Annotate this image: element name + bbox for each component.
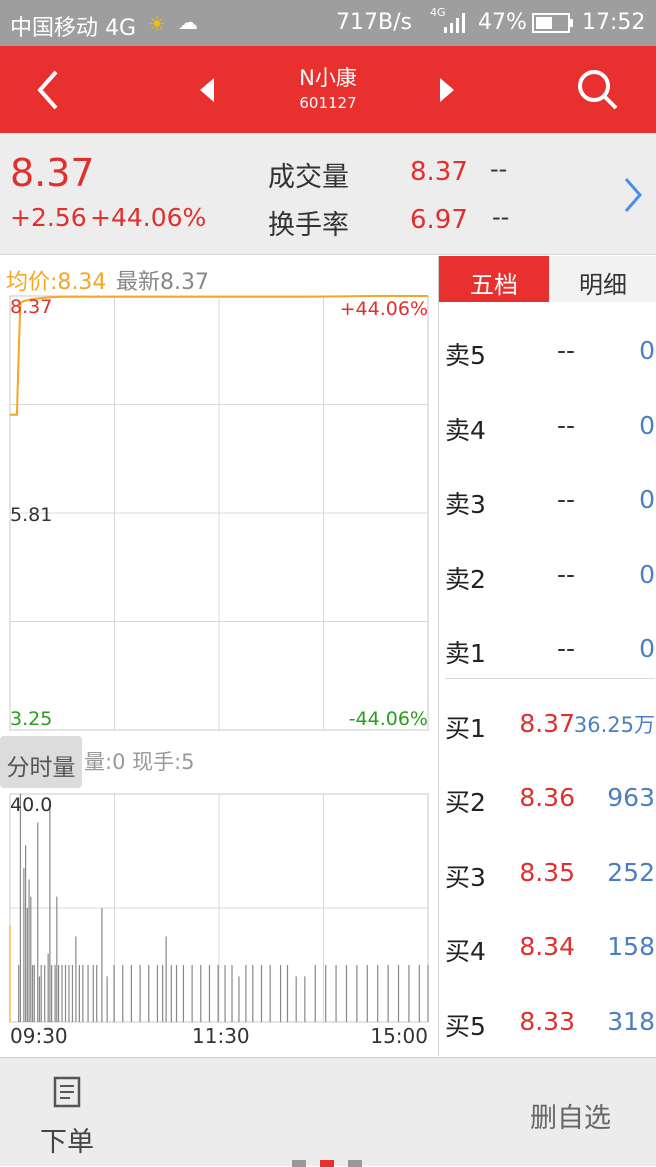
- stock-title: N小康: [299, 66, 357, 90]
- time-tick-mid: 11:30: [192, 1024, 250, 1048]
- carrier-text: 中国移动 4G: [10, 16, 137, 41]
- order-book-row: 买1 8.37 36.25万: [439, 691, 656, 761]
- order-level-label: 买2: [445, 788, 486, 817]
- volume-value: 8.37: [410, 157, 468, 187]
- order-level-label: 买3: [445, 862, 486, 892]
- order-book-row: 卖2 -- 0: [439, 542, 656, 612]
- price-grid: [9, 295, 429, 731]
- order-level-label: 买5: [445, 1011, 486, 1041]
- stock-code: 601127: [299, 94, 357, 112]
- order-level-volume: 0: [639, 410, 655, 440]
- intraday-chart: [9, 295, 429, 1023]
- quote-summary: 8.37 +2.56 +44.06% 成交量 8.37 -- 换手率 6.97 …: [0, 133, 656, 255]
- order-level-volume: 158: [607, 932, 655, 961]
- order-level-label: 卖2: [445, 564, 486, 594]
- order-level-volume: 0: [639, 485, 655, 514]
- order-book-row: 卖5 -- 0: [439, 318, 656, 388]
- y-axis-top: 8.37: [10, 296, 53, 318]
- turnover-label: 换手率: [268, 210, 349, 241]
- order-level-price: --: [556, 485, 575, 514]
- tab-five-levels[interactable]: 五档: [439, 256, 549, 302]
- price-change-pct: +44.06%: [90, 203, 207, 232]
- order-book-row: 卖3 -- 0: [439, 467, 656, 537]
- order-level-label: 买4: [445, 937, 486, 966]
- order-level-label: 卖3: [445, 490, 486, 519]
- price-change: +2.56: [10, 203, 87, 232]
- triangle-right-icon[interactable]: [434, 76, 464, 106]
- chevron-left-icon[interactable]: [28, 66, 88, 114]
- order-level-volume: 36.25万: [573, 712, 655, 737]
- order-book-row: 卖1 -- 0: [439, 616, 656, 686]
- order-level-volume: 963: [607, 783, 655, 812]
- order-level-label: 买1: [445, 713, 486, 743]
- app-notification-icon: ☀: [148, 12, 166, 36]
- order-level-price: --: [556, 410, 575, 440]
- last-price: 8.37: [10, 151, 95, 195]
- pct-axis-bottom: -44.06%: [348, 708, 428, 730]
- order-book-row: 买2 8.36 963: [439, 765, 656, 835]
- document-icon[interactable]: [52, 1076, 86, 1110]
- chevron-right-icon[interactable]: [620, 175, 650, 215]
- battery-percent: 47%: [478, 10, 527, 35]
- order-level-volume: 0: [639, 559, 655, 589]
- intraday-chart-panel: 均价:8.34 最新8.37 8.37 5.81 3.25 +44.06% -4…: [0, 256, 438, 1056]
- order-level-price: 8.36: [519, 783, 575, 812]
- volume-info: 量:0 现手:5: [84, 750, 195, 774]
- order-level-price: --: [556, 336, 575, 365]
- signal-icon: [444, 13, 466, 39]
- app-header: N小康 601127: [0, 46, 656, 133]
- time-tick-start: 09:30: [10, 1024, 68, 1048]
- volume-label: 成交量: [268, 162, 349, 193]
- order-level-volume: 0: [639, 634, 655, 663]
- turnover-value: 6.97: [410, 205, 468, 235]
- weather-icon: ☁: [178, 10, 198, 34]
- order-level-price: 8.35: [519, 857, 575, 887]
- order-button[interactable]: 下单: [40, 1120, 94, 1159]
- order-level-price: --: [556, 559, 575, 589]
- order-level-label: 卖5: [445, 341, 486, 370]
- volume-axis-max: 40.0: [10, 794, 53, 816]
- order-level-price: 8.33: [519, 1006, 575, 1036]
- order-book-row: 买3 8.35 252: [439, 840, 656, 910]
- tab-volume[interactable]: 分时量: [0, 736, 82, 788]
- remove-watchlist-button[interactable]: 删自选: [530, 1096, 611, 1135]
- y-axis-mid: 5.81: [10, 504, 53, 526]
- clock: 17:52: [582, 10, 646, 35]
- turnover-extra: --: [492, 203, 510, 231]
- order-book-row: 买5 8.33 318: [439, 989, 656, 1059]
- time-tick-end: 15:00: [370, 1024, 428, 1048]
- pct-axis-top: +44.06%: [339, 298, 428, 320]
- y-axis-bottom: 3.25: [10, 708, 53, 730]
- status-bar: 中国移动 4G ☀ ☁ 717B/s 4G 47% 17:52: [0, 0, 656, 46]
- order-level-volume: 252: [607, 857, 655, 887]
- triangle-left-icon[interactable]: [196, 76, 226, 106]
- order-level-label: 卖4: [445, 415, 486, 445]
- order-level-price: 8.37: [519, 708, 575, 738]
- order-level-volume: 0: [639, 336, 655, 365]
- order-book: 五档 明细 卖5 -- 0 卖4 -- 0 卖3 -- 0 卖2 -- 0 卖1 -- 0 买1 8.37 36.…: [438, 256, 656, 1056]
- bottom-toolbar: 下单 删自选: [0, 1057, 656, 1167]
- order-level-price: --: [556, 634, 575, 663]
- tab-details[interactable]: 明细: [549, 256, 656, 302]
- order-level-price: 8.34: [519, 932, 575, 961]
- order-level-volume: 318: [607, 1006, 655, 1036]
- volume-extra: --: [490, 155, 508, 183]
- battery-icon: [532, 13, 574, 39]
- book-divider: [445, 678, 655, 679]
- search-icon[interactable]: [574, 66, 622, 114]
- order-book-row: 卖4 -- 0: [439, 393, 656, 463]
- network-speed: 717B/s: [336, 10, 412, 35]
- order-level-label: 卖1: [445, 639, 486, 668]
- order-book-row: 买4 8.34 158: [439, 914, 656, 984]
